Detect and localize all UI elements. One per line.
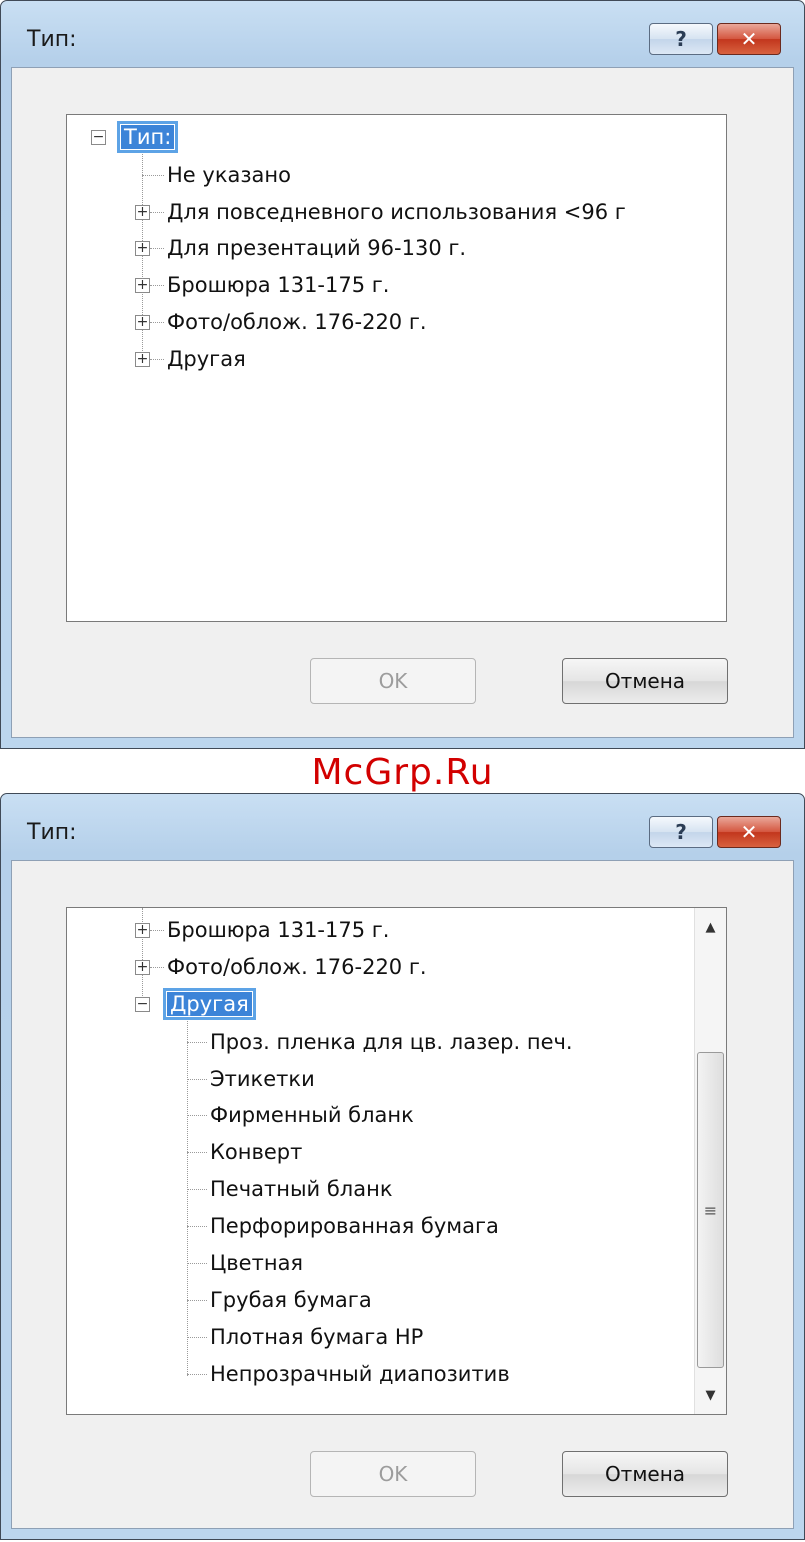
type-dialog-collapsed: Тип: ? ✕ − Тип: Не указано + Для повседн… [0, 0, 805, 749]
selected-node-label: Тип: [116, 121, 179, 153]
tree-item-photo-cover[interactable]: Фото/облож. 176-220 г. [167, 308, 427, 336]
tree-item-presentation[interactable]: Для презентаций 96-130 г. [167, 234, 466, 262]
scroll-up-icon[interactable]: ▲ [695, 912, 726, 942]
tree-root-node[interactable]: Тип: [116, 121, 179, 153]
title-bar: Тип: ? ✕ [1, 1, 804, 67]
dialog-client-area: − Тип: Не указано + Для повседневного ис… [11, 67, 794, 738]
cancel-button[interactable]: Отмена [562, 658, 728, 704]
help-icon: ? [675, 820, 687, 844]
tree-item-everyday[interactable]: Для повседневного использования <96 г [167, 198, 626, 226]
dialog-client-area: + Брошюра 131-175 г. + Фото/облож. 176-2… [11, 860, 794, 1529]
plus-box-icon[interactable]: + [135, 923, 150, 938]
tree-item-photo-cover[interactable]: Фото/облож. 176-220 г. [167, 953, 427, 981]
tree-child-item[interactable]: Фирменный бланк [210, 1101, 414, 1129]
close-button[interactable]: ✕ [717, 23, 781, 55]
plus-box-icon[interactable]: + [135, 315, 150, 330]
plus-box-icon[interactable]: + [135, 278, 150, 293]
tree-item-brochure[interactable]: Брошюра 131-175 г. [167, 916, 389, 944]
tree-item-unspecified[interactable]: Не указано [167, 161, 291, 189]
tree-child-item[interactable]: Цветная [210, 1249, 303, 1277]
title-bar: Тип: ? ✕ [1, 794, 804, 860]
tree-child-item[interactable]: Непрозрачный диапозитив [210, 1360, 510, 1388]
dialog-title: Тип: [27, 27, 77, 52]
grip-icon: ≡ [703, 1200, 718, 1220]
tree-child-item[interactable]: Проз. пленка для цв. лазер. печ. [210, 1028, 573, 1056]
scroll-thumb[interactable]: ≡ [697, 1052, 724, 1368]
minus-box-icon[interactable]: − [91, 130, 106, 145]
ok-button[interactable]: OK [310, 1451, 476, 1497]
help-button[interactable]: ? [649, 23, 713, 55]
scroll-down-icon[interactable]: ▼ [695, 1380, 726, 1410]
tree-item-other[interactable]: Другая [163, 988, 256, 1020]
plus-box-icon[interactable]: + [135, 960, 150, 975]
minus-box-icon[interactable]: − [135, 997, 150, 1012]
tree-item-other[interactable]: Другая [167, 345, 246, 373]
type-tree-view[interactable]: + Брошюра 131-175 г. + Фото/облож. 176-2… [66, 907, 727, 1415]
tree-child-item[interactable]: Плотная бумага HP [210, 1323, 423, 1351]
plus-box-icon[interactable]: + [135, 352, 150, 367]
help-icon: ? [675, 27, 687, 51]
close-icon: ✕ [740, 820, 758, 844]
cancel-button[interactable]: Отмена [562, 1451, 728, 1497]
tree-child-item[interactable]: Грубая бумага [210, 1286, 372, 1314]
tree-child-item[interactable]: Перфорированная бумага [210, 1212, 499, 1240]
help-button[interactable]: ? [649, 816, 713, 848]
ok-button[interactable]: OK [310, 658, 476, 704]
selected-node-label: Другая [163, 988, 256, 1020]
type-tree-view[interactable]: − Тип: Не указано + Для повседневного ис… [66, 114, 727, 622]
tree-child-item[interactable]: Печатный бланк [210, 1175, 393, 1203]
watermark-text: McGrp.Ru [311, 752, 494, 793]
vertical-scrollbar[interactable]: ▲ ≡ ▼ [694, 908, 726, 1414]
plus-box-icon[interactable]: + [135, 205, 150, 220]
tree-child-item[interactable]: Этикетки [210, 1065, 315, 1093]
close-button[interactable]: ✕ [717, 816, 781, 848]
close-icon: ✕ [740, 27, 758, 51]
tree-item-brochure[interactable]: Брошюра 131-175 г. [167, 271, 389, 299]
tree-child-item[interactable]: Конверт [210, 1138, 302, 1166]
plus-box-icon[interactable]: + [135, 241, 150, 256]
dialog-title: Тип: [27, 820, 77, 845]
type-dialog-expanded: Тип: ? ✕ + Брошюра 131-175 г. + Фото/обл… [0, 793, 805, 1540]
